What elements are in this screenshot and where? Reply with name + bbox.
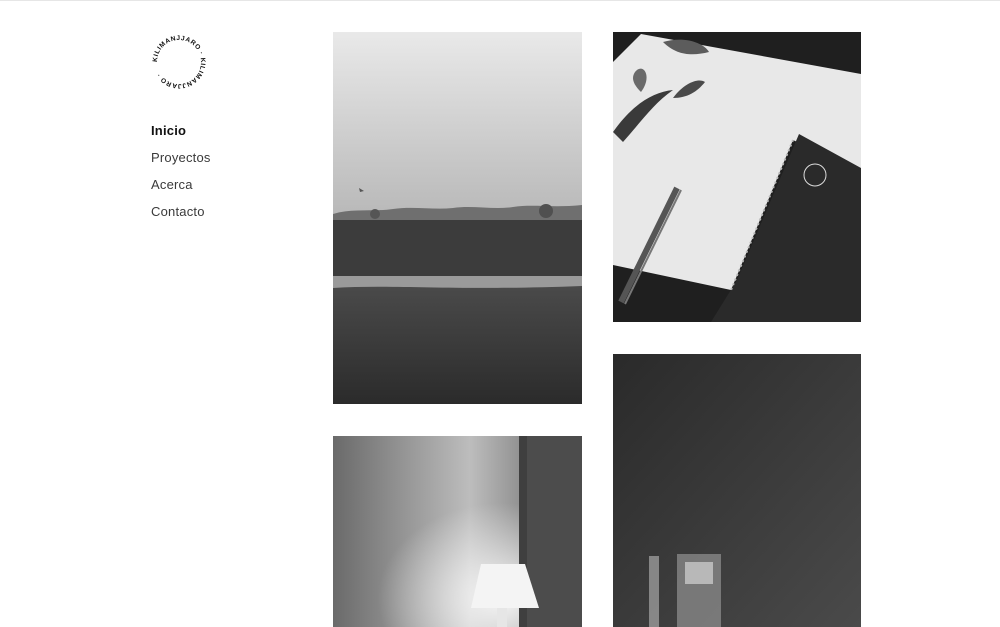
nav-item-proyectos: Proyectos (151, 149, 211, 176)
nav-item-contacto: Contacto (151, 203, 211, 230)
brand-logo[interactable]: KILIMANJJARO · KILIMANJJARO · (149, 32, 209, 92)
nav-link-contacto[interactable]: Contacto (151, 204, 205, 219)
nav-item-inicio: Inicio (151, 122, 211, 149)
gallery-tile-lamp[interactable] (333, 436, 582, 627)
main-nav: Inicio Proyectos Acerca Contacto (151, 122, 211, 230)
gallery-tile-field[interactable] (333, 32, 582, 404)
gallery-tile-shadow[interactable] (613, 354, 861, 627)
svg-text:KILIMANJJARO · KILIMANJJARO ·: KILIMANJJARO · KILIMANJJARO · (152, 35, 206, 89)
logo-text: KILIMANJJARO · KILIMANJJARO · (152, 35, 206, 89)
top-border (0, 0, 1000, 1)
table-lamp-image (333, 436, 582, 627)
nav-item-acerca: Acerca (151, 176, 211, 203)
notebook-desk-image (613, 32, 861, 322)
nav-link-inicio[interactable]: Inicio (151, 123, 186, 138)
light-on-wall-image (613, 354, 861, 627)
gallery-tile-desk[interactable] (613, 32, 861, 322)
nav-link-proyectos[interactable]: Proyectos (151, 150, 211, 165)
nav-link-acerca[interactable]: Acerca (151, 177, 193, 192)
foggy-field-image (333, 32, 582, 404)
circular-logo-icon: KILIMANJJARO · KILIMANJJARO · (152, 35, 206, 89)
